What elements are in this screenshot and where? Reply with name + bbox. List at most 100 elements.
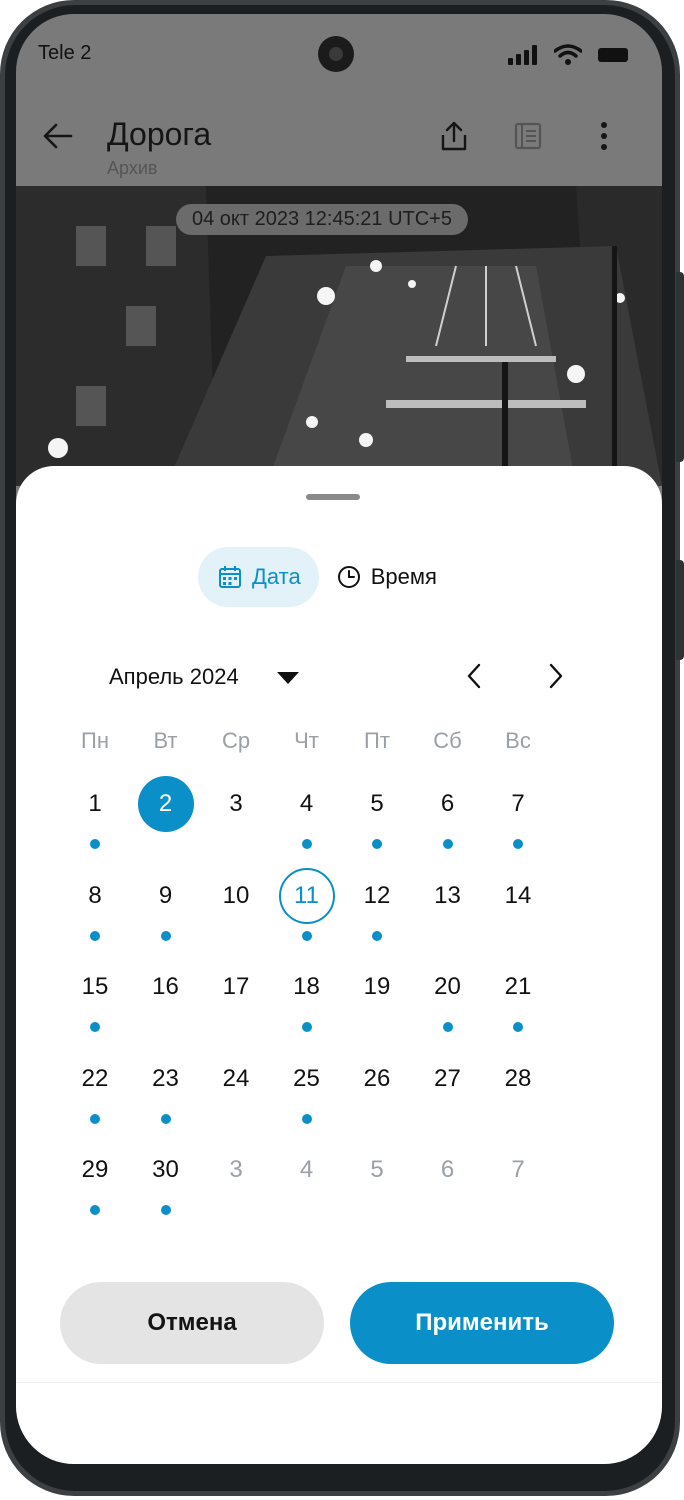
clock-icon xyxy=(337,566,360,588)
weekday-label: Вт xyxy=(153,728,178,753)
month-header: Апрель 2024 xyxy=(16,646,662,706)
divider xyxy=(16,1382,662,1383)
calendar-day[interactable]: 23 xyxy=(138,1051,194,1107)
calendar-day[interactable]: 3 xyxy=(208,776,264,832)
cancel-button[interactable]: Отмена xyxy=(60,1282,324,1364)
calendar-day[interactable]: 22 xyxy=(67,1051,123,1107)
app-bar: Дорога Архив xyxy=(16,94,662,186)
calendar-day[interactable]: 13 xyxy=(420,868,476,924)
calendar-day[interactable]: 19 xyxy=(349,959,405,1015)
recording-available-dot xyxy=(90,1022,100,1032)
recording-available-dot xyxy=(301,930,312,941)
date-picker-sheet: Дата Время Апрель 2024 Пн Вт Ср Чт Пт Сб… xyxy=(16,466,662,1464)
calendar-day[interactable]: 29 xyxy=(67,1142,123,1198)
share-icon xyxy=(441,121,467,151)
weekday-label: Ср xyxy=(221,728,251,753)
next-month-button[interactable] xyxy=(534,654,578,698)
calendar-day[interactable]: 8 xyxy=(67,868,123,924)
more-button[interactable] xyxy=(582,114,626,158)
calendar-day-selected[interactable]: 2 xyxy=(137,776,194,832)
calendar-day[interactable]: 15 xyxy=(67,959,123,1015)
recording-available-dot xyxy=(372,930,382,941)
tab-date-label: Дата xyxy=(252,564,301,589)
calendar-day[interactable]: 18 xyxy=(279,959,335,1015)
carrier-label: Tele 2 xyxy=(38,42,92,64)
calendar-day[interactable]: 24 xyxy=(208,1051,264,1107)
calendar-day[interactable]: 14 xyxy=(490,868,546,924)
tab-time-label: Время xyxy=(370,564,437,589)
phone-frame: Tele 2 Дорога Архив 04 окт 2023 12:45:21… xyxy=(0,0,684,1500)
video-timestamp: 04 окт 2023 12:45:21 UTC+5 xyxy=(176,204,468,235)
back-button[interactable] xyxy=(36,114,80,158)
weekday-label: Пн xyxy=(81,728,109,753)
recording-available-dot xyxy=(90,1113,100,1124)
tab-time[interactable]: Время xyxy=(319,547,455,607)
tab-date[interactable]: Дата xyxy=(198,547,319,607)
recording-available-dot xyxy=(160,1205,171,1215)
status-bar: Tele 2 xyxy=(16,14,662,94)
calendar-day[interactable]: 16 xyxy=(138,959,194,1015)
recording-available-dot xyxy=(160,1113,171,1124)
recording-available-dot xyxy=(513,1022,523,1032)
recording-available-dot xyxy=(372,839,382,849)
calendar-day: 7 xyxy=(511,1156,525,1183)
calendar-day[interactable]: 4 xyxy=(279,776,335,832)
calendar-day: 6 xyxy=(440,1156,455,1183)
recording-available-dot xyxy=(301,1113,312,1124)
recording-available-dot xyxy=(90,1205,100,1215)
calendar-day[interactable]: 17 xyxy=(208,959,264,1015)
calendar-day[interactable]: 21 xyxy=(490,959,546,1015)
caret-down-icon xyxy=(277,672,299,684)
calendar-day[interactable]: 6 xyxy=(420,776,476,832)
power-button xyxy=(676,560,684,660)
month-dropdown-button[interactable] xyxy=(276,666,300,690)
page-subtitle: Архив xyxy=(107,158,158,178)
calendar-day[interactable]: 26 xyxy=(349,1051,405,1107)
picker-tabs: Дата Время xyxy=(198,546,455,608)
list-icon xyxy=(514,122,542,150)
weekday-label: Пт xyxy=(364,728,390,753)
recording-available-dot xyxy=(442,839,453,849)
month-year-selector[interactable]: Апрель 2024 xyxy=(109,664,239,690)
calendar-day[interactable]: 7 xyxy=(490,776,546,832)
more-vertical-icon xyxy=(601,122,607,150)
battery-icon xyxy=(598,48,628,62)
recording-available-dot xyxy=(90,930,100,941)
calendar-day[interactable]: 12 xyxy=(349,868,405,924)
weekday-label: Сб xyxy=(433,728,462,753)
weekday-label: Вс xyxy=(505,728,531,753)
recording-available-dot xyxy=(90,839,100,849)
front-camera xyxy=(318,36,354,72)
volume-button xyxy=(676,272,684,462)
calendar-day[interactable]: 5 xyxy=(349,776,405,832)
calendar-day[interactable]: 28 xyxy=(490,1051,546,1107)
calendar-day-today[interactable]: 11 xyxy=(278,867,335,924)
recording-available-dot xyxy=(301,1022,312,1032)
events-list-button[interactable] xyxy=(506,114,550,158)
screen: Tele 2 Дорога Архив 04 окт 2023 12:45:21… xyxy=(16,14,662,1464)
recording-available-dot xyxy=(160,930,171,941)
chevron-left-icon xyxy=(467,663,481,689)
calendar-day[interactable]: 25 xyxy=(279,1051,335,1107)
previous-month-button[interactable] xyxy=(452,654,496,698)
arrow-left-icon xyxy=(43,123,73,149)
calendar-day[interactable]: 20 xyxy=(420,959,476,1015)
wifi-icon xyxy=(554,44,582,65)
calendar-day: 3 xyxy=(229,1156,243,1183)
calendar-day[interactable]: 30 xyxy=(138,1142,194,1198)
apply-button[interactable]: Применить xyxy=(350,1282,614,1364)
calendar-day[interactable]: 10 xyxy=(208,868,264,924)
chevron-right-icon xyxy=(549,663,563,689)
calendar-grid: 1 2 3 4 5 6 7 8 9 10 11 12 13 14 15 16 17 18 19 20 21 22 23 24 2… xyxy=(82,776,595,1254)
calendar-day[interactable]: 9 xyxy=(138,868,194,924)
calendar-day[interactable]: 1 xyxy=(67,776,123,832)
camera-video-frame[interactable]: 04 окт 2023 12:45:21 UTC+5 xyxy=(16,186,662,486)
recording-available-dot xyxy=(301,839,312,849)
recording-available-dot xyxy=(513,839,523,849)
weekday-header: Пн Вт Ср Чт Пт Сб Вс xyxy=(81,728,595,758)
calendar-icon xyxy=(219,566,241,588)
calendar-day: 5 xyxy=(370,1156,384,1183)
calendar-day[interactable]: 27 xyxy=(420,1051,476,1107)
share-button[interactable] xyxy=(432,114,476,158)
sheet-drag-handle[interactable] xyxy=(306,494,360,500)
